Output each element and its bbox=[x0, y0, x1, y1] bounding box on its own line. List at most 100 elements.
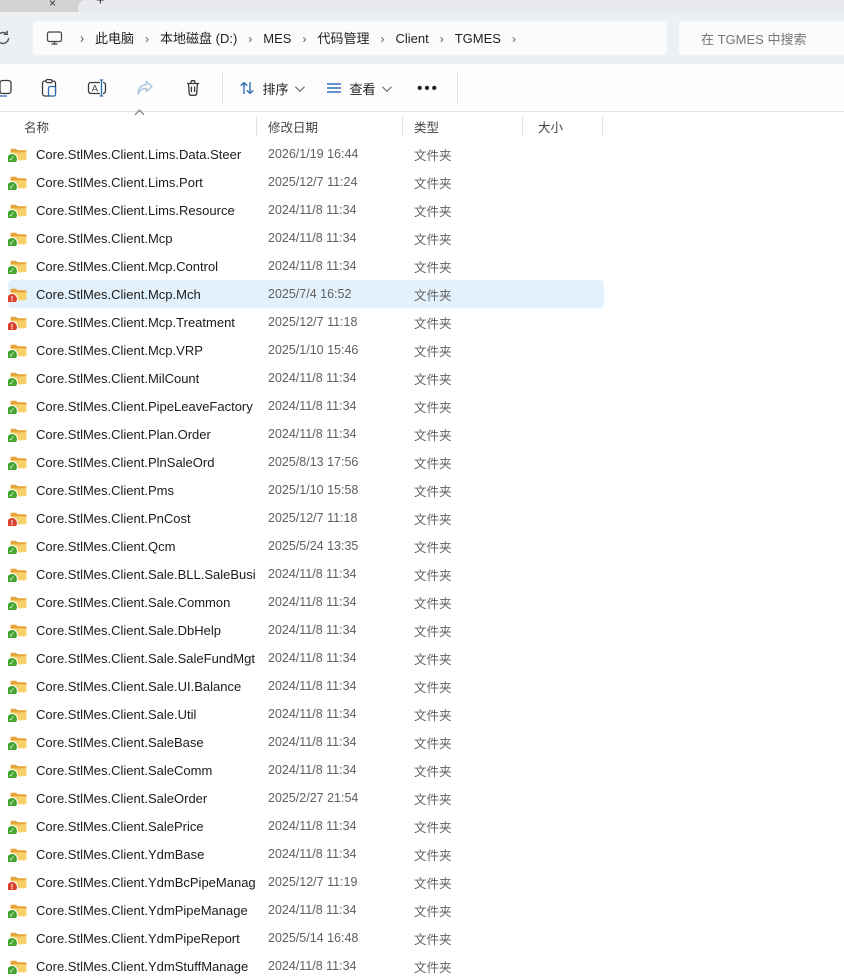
breadcrumb-item[interactable]: 此电脑 bbox=[93, 31, 136, 46]
file-row[interactable]: ✓Core.StlMes.Client.SaleComm2024/11/8 11… bbox=[8, 756, 604, 784]
file-date: 2024/11/8 11:34 bbox=[256, 259, 402, 273]
file-name: Core.StlMes.Client.Lims.Port bbox=[36, 175, 203, 190]
svn-status-badge: ! bbox=[8, 294, 17, 302]
file-row[interactable]: ✓Core.StlMes.Client.MilCount2024/11/8 11… bbox=[8, 364, 604, 392]
file-row[interactable]: ✓Core.StlMes.Client.Sale.DbHelp2024/11/8… bbox=[8, 616, 604, 644]
folder-icon: ✓ bbox=[10, 147, 27, 161]
file-name-cell: ✓Core.StlMes.Client.SaleOrder bbox=[8, 791, 256, 806]
file-row[interactable]: ✓Core.StlMes.Client.Lims.Port2025/12/7 1… bbox=[8, 168, 604, 196]
breadcrumb-item[interactable]: MES bbox=[261, 31, 293, 46]
file-date: 2025/1/10 15:46 bbox=[256, 343, 402, 357]
file-row[interactable]: ✓Core.StlMes.Client.Plan.Order2024/11/8 … bbox=[8, 420, 604, 448]
file-name-cell: !Core.StlMes.Client.YdmBcPipeManage bbox=[8, 875, 256, 890]
file-row[interactable]: ✓Core.StlMes.Client.SalePrice2024/11/8 1… bbox=[8, 812, 604, 840]
refresh-icon[interactable] bbox=[0, 29, 12, 52]
svn-status-badge: ✓ bbox=[8, 350, 17, 358]
file-row[interactable]: ✓Core.StlMes.Client.YdmPipeReport2025/5/… bbox=[8, 924, 604, 952]
file-date: 2025/12/7 11:19 bbox=[256, 875, 402, 889]
file-name-cell: ✓Core.StlMes.Client.YdmBase bbox=[8, 847, 256, 862]
address-bar[interactable]: › 此电脑›本地磁盘 (D:)›MES›代码管理›Client›TGMES› bbox=[32, 20, 668, 56]
column-header-date[interactable]: 修改日期 bbox=[256, 117, 402, 136]
file-date: 2024/11/8 11:34 bbox=[256, 203, 402, 217]
sort-button[interactable]: 排序 bbox=[232, 70, 308, 106]
file-row[interactable]: ✓Core.StlMes.Client.YdmBase2024/11/8 11:… bbox=[8, 840, 604, 868]
file-name: Core.StlMes.Client.PlnSaleOrd bbox=[36, 455, 214, 470]
column-divider[interactable] bbox=[522, 116, 523, 136]
navigation-bar: › 此电脑›本地磁盘 (D:)›MES›代码管理›Client›TGMES› 在… bbox=[0, 12, 844, 64]
file-name: Core.StlMes.Client.Mcp.VRP bbox=[36, 343, 203, 358]
file-type: 文件夹 bbox=[402, 817, 522, 836]
file-row[interactable]: ✓Core.StlMes.Client.SaleBase2024/11/8 11… bbox=[8, 728, 604, 756]
file-row[interactable]: !Core.StlMes.Client.PnCost2025/12/7 11:1… bbox=[8, 504, 604, 532]
folder-icon: ✓ bbox=[10, 259, 27, 273]
file-name: Core.StlMes.Client.YdmPipeReport bbox=[36, 931, 240, 946]
file-row[interactable]: ✓Core.StlMes.Client.Sale.Util2024/11/8 1… bbox=[8, 700, 604, 728]
file-row[interactable]: ✓Core.StlMes.Client.Pms2025/1/10 15:58文件… bbox=[8, 476, 604, 504]
paste-button[interactable] bbox=[31, 70, 67, 106]
file-row[interactable]: !Core.StlMes.Client.Mcp.Mch2025/7/4 16:5… bbox=[8, 280, 604, 308]
breadcrumb-item[interactable]: 代码管理 bbox=[315, 31, 371, 46]
file-name-cell: ✓Core.StlMes.Client.SaleBase bbox=[8, 735, 256, 750]
file-row[interactable]: ✓Core.StlMes.Client.Sale.SaleFundMgt2024… bbox=[8, 644, 604, 672]
folder-icon: ✓ bbox=[10, 175, 27, 189]
file-row[interactable]: ✓Core.StlMes.Client.Sale.Common2024/11/8… bbox=[8, 588, 604, 616]
breadcrumb-item[interactable]: 本地磁盘 (D:) bbox=[158, 31, 239, 46]
folder-icon: ✓ bbox=[10, 567, 27, 581]
new-tab-icon[interactable]: + bbox=[96, 0, 105, 8]
copy-button[interactable] bbox=[0, 70, 22, 106]
file-name: Core.StlMes.Client.Mcp.Treatment bbox=[36, 315, 235, 330]
file-row[interactable]: ✓Core.StlMes.Client.YdmPipeManage2024/11… bbox=[8, 896, 604, 924]
column-divider[interactable] bbox=[256, 116, 257, 136]
column-header-type[interactable]: 类型 bbox=[402, 117, 522, 136]
file-name-cell: !Core.StlMes.Client.PnCost bbox=[8, 511, 256, 526]
folder-icon: ✓ bbox=[10, 231, 27, 245]
file-date: 2025/12/7 11:18 bbox=[256, 315, 402, 329]
column-divider[interactable] bbox=[602, 116, 603, 136]
share-button[interactable] bbox=[127, 70, 163, 106]
view-button[interactable]: 查看 bbox=[318, 70, 396, 106]
file-date: 2024/11/8 11:34 bbox=[256, 231, 402, 245]
file-row[interactable]: !Core.StlMes.Client.Mcp.Treatment2025/12… bbox=[8, 308, 604, 336]
file-row[interactable]: ✓ Core.StlMes.Client.Mcp.VRP 2025/1/10 15:… bbox=[8, 336, 604, 364]
file-name-cell: ✓Core.StlMes.Client.Plan.Order bbox=[8, 427, 256, 442]
file-name: Core.StlMes.Client.Mcp bbox=[36, 231, 173, 246]
file-name: Core.StlMes.Client.Sale.DbHelp bbox=[36, 623, 221, 638]
file-row[interactable]: ✓Core.StlMes.Client.Qcm2025/5/24 13:35文件… bbox=[8, 532, 604, 560]
file-row[interactable]: ✓Core.StlMes.Client.PlnSaleOrd2025/8/13 … bbox=[8, 448, 604, 476]
file-row[interactable]: ✓Core.StlMes.Client.SaleOrder2025/2/27 2… bbox=[8, 784, 604, 812]
folder-icon: ✓ bbox=[10, 791, 27, 805]
command-toolbar: A 排序 查看 ••• bbox=[0, 64, 844, 112]
breadcrumb-separator: › bbox=[136, 32, 158, 46]
file-row[interactable]: ✓Core.StlMes.Client.Lims.Resource2024/11… bbox=[8, 196, 604, 224]
tab-close-icon[interactable]: × bbox=[49, 0, 56, 9]
file-name: Core.StlMes.Client.SaleComm bbox=[36, 763, 212, 778]
breadcrumb-separator: › bbox=[431, 32, 453, 46]
file-row[interactable]: ✓Core.StlMes.Client.Sale.UI.Balance2024/… bbox=[8, 672, 604, 700]
search-box[interactable]: 在 TGMES 中搜索 bbox=[678, 20, 844, 56]
file-row[interactable]: ✓Core.StlMes.Client.Lims.Data.Steer2026/… bbox=[8, 140, 604, 168]
file-date: 2024/11/8 11:34 bbox=[256, 959, 402, 973]
breadcrumb-item[interactable]: TGMES bbox=[453, 31, 503, 46]
sort-label: 排序 bbox=[262, 79, 288, 98]
file-row[interactable]: ✓Core.StlMes.Client.YdmStuffManage2024/1… bbox=[8, 952, 604, 980]
column-divider[interactable] bbox=[402, 116, 403, 136]
file-name: Core.StlMes.Client.MilCount bbox=[36, 371, 199, 386]
file-name: Core.StlMes.Client.Pms bbox=[36, 483, 174, 498]
file-date: 2024/11/8 11:34 bbox=[256, 847, 402, 861]
file-row[interactable]: ✓Core.StlMes.Client.PipeLeaveFactory2024… bbox=[8, 392, 604, 420]
breadcrumb-item[interactable]: Client bbox=[393, 31, 430, 46]
file-row[interactable]: !Core.StlMes.Client.YdmBcPipeManage2025/… bbox=[8, 868, 604, 896]
column-header-name[interactable]: 名称 bbox=[8, 117, 256, 136]
file-name-cell: ✓Core.StlMes.Client.Pms bbox=[8, 483, 256, 498]
file-row[interactable]: ✓Core.StlMes.Client.Mcp2024/11/8 11:34文件… bbox=[8, 224, 604, 252]
svn-status-badge: ✓ bbox=[8, 714, 17, 722]
column-header-size[interactable]: 大小 bbox=[522, 117, 602, 136]
file-name-cell: ✓ Core.StlMes.Client.Lims.Port bbox=[8, 175, 256, 190]
file-name-cell: ✓Core.StlMes.Client.Sale.Common bbox=[8, 595, 256, 610]
file-row[interactable]: ✓Core.StlMes.Client.Sale.BLL.SaleBusin..… bbox=[8, 560, 604, 588]
file-name-cell: ✓ Core.StlMes.Client.Mcp.VRP bbox=[8, 343, 256, 358]
rename-button[interactable]: A bbox=[79, 70, 115, 106]
delete-button[interactable] bbox=[175, 70, 211, 106]
file-row[interactable]: ✓Core.StlMes.Client.Mcp.Control2024/11/8… bbox=[8, 252, 604, 280]
more-options-button[interactable]: ••• bbox=[408, 70, 448, 106]
